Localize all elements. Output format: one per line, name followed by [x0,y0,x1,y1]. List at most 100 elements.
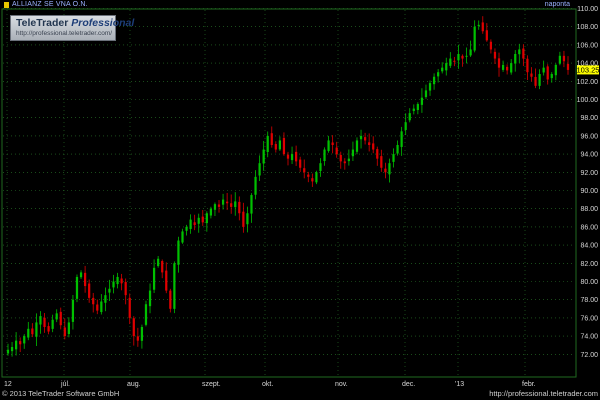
candle-body [534,76,537,86]
price-chart: 72.00 74.00 76.00 78.00 80.00 82.00 84.00 86.00… [1,6,600,388]
y-tick-label: 106.00 [577,42,599,49]
x-tick-label: dec. [402,381,415,388]
y-tick-label: 86.00 [580,224,598,231]
candle-body [510,63,513,73]
candle-body [441,67,444,72]
candles [6,16,570,357]
candle-body [185,226,188,231]
candle-body [266,135,269,152]
candle-body [437,72,440,77]
candle-body [104,295,107,303]
candle-body [501,64,505,70]
candle-body [339,154,342,162]
candle-body [193,222,196,226]
candle-body [315,172,318,183]
candle-body [376,149,379,159]
candle-body [246,213,249,225]
y-tick-label: 90.00 [580,188,598,195]
y-tick-label: 72.00 [580,352,598,359]
candle-body [278,140,281,150]
candle-body [372,143,375,150]
y-tick-label: 80.00 [580,279,598,286]
candle-body [35,322,38,337]
x-axis: 12 júl. aug. szept. okt. nov. dec. '13 febr. [4,381,536,388]
candle-body [396,145,399,154]
candle-body [217,204,221,207]
candle-body [319,163,322,171]
candle-body [416,104,419,110]
candle-body [112,281,115,288]
candle-body [181,231,184,243]
candle-body [368,142,371,145]
candle-body [538,74,541,86]
candle-body [201,216,204,223]
candle-body [55,313,58,320]
candle-body [140,327,144,341]
candle-body [209,208,213,216]
candle-body [51,319,54,329]
candle-body [234,201,237,208]
candle-body [282,137,286,155]
candle-body [554,64,557,76]
x-tick-label: febr. [522,381,536,388]
grid [3,8,575,376]
candle-body [10,347,14,352]
symbol-color-swatch [4,2,9,8]
candle-body [343,161,346,164]
candle-body [420,97,424,105]
candle-body [473,26,476,51]
candle-body [558,55,561,64]
candle-body [27,328,30,338]
candle-body [481,22,484,32]
candle-body [205,213,208,224]
candle-body [197,217,200,224]
candle-body [384,168,387,173]
candle-body [408,113,411,121]
candle-body [522,48,525,59]
candle-body [79,272,83,278]
candle-body [128,297,131,318]
candle-body [100,301,103,313]
y-tick-label: 98.00 [580,115,598,122]
candle-body [453,60,456,62]
candle-body [274,144,277,150]
candle-body [323,149,326,162]
y-tick-label: 96.00 [580,133,598,140]
logo-url: http://professional.teletrader.com/ [16,30,113,37]
candle-body [67,322,70,335]
y-tick-label: 88.00 [580,206,598,213]
candle-body [161,261,164,273]
candle-body [485,30,488,41]
logo-brand: TeleTrader [16,17,69,29]
logo-product: Professional [71,17,135,29]
candle-body [88,283,91,298]
y-tick-label: 94.00 [580,152,598,159]
x-tick-label: okt. [262,381,273,388]
candle-body [457,54,460,61]
x-tick-label: júl. [60,381,70,388]
candle-body [303,168,306,173]
candle-body [351,149,355,157]
candle-body [6,349,10,354]
candle-body [449,58,452,66]
candle-body [445,63,448,71]
candle-body [388,163,391,175]
y-tick-label: 100.00 [577,97,599,104]
candle-body [242,211,245,227]
candle-body [124,282,127,296]
candle-body [526,58,529,73]
candle-body [307,174,310,177]
candle-body [514,54,517,64]
candle-body [43,317,46,327]
candle-body [542,67,545,73]
candle-body [355,140,359,152]
candle-body [327,140,330,152]
candle-body [404,122,407,130]
candle-body [432,76,436,85]
candle-body [116,276,119,285]
logo-title: TeleTrader Professional [16,17,134,29]
y-tick-label: 82.00 [580,261,598,268]
last-price-label: 103.25 [577,66,600,75]
candle-body [286,154,290,159]
candle-body [311,178,314,182]
